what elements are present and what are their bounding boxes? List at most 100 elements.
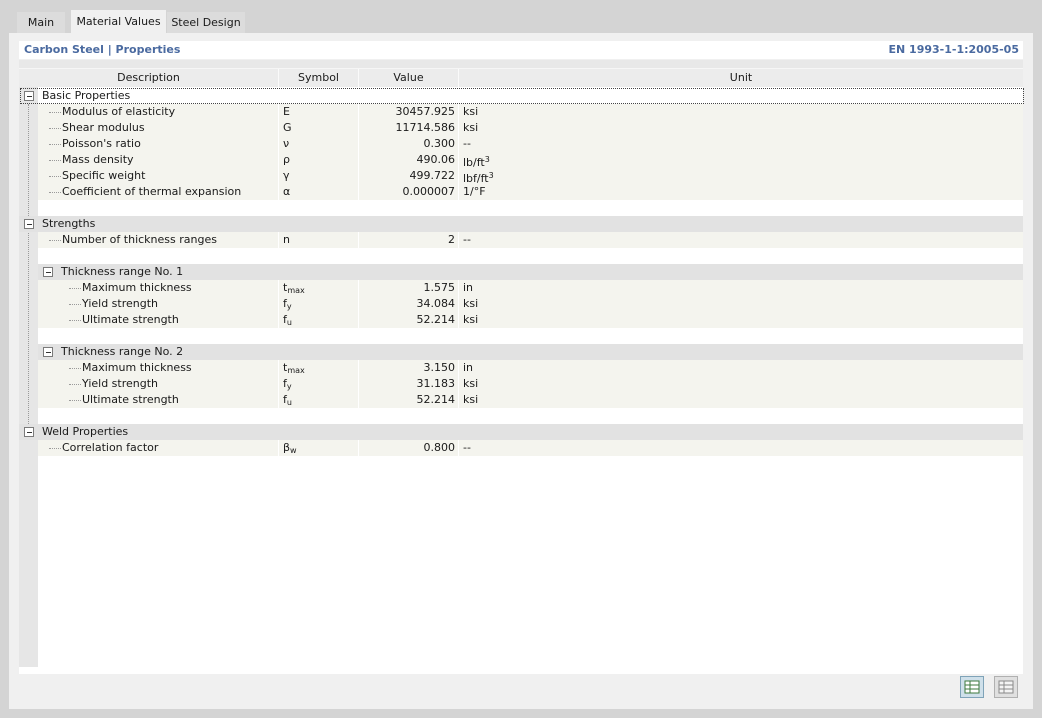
property-value[interactable]: 499.722 [359, 168, 456, 184]
column-header-description[interactable]: Description [19, 69, 279, 87]
property-unit: -- [463, 233, 471, 246]
property-description: Poisson's ratio [62, 137, 141, 150]
property-symbol: n [283, 233, 290, 246]
property-value[interactable]: 3.150 [359, 360, 456, 376]
property-unit: -- [463, 137, 471, 150]
group-basic-properties[interactable]: Basic Properties [19, 88, 1024, 104]
property-row[interactable]: Correlation factor βw 0.800 -- [38, 440, 1023, 456]
column-divider [278, 392, 279, 408]
collapse-icon[interactable] [24, 219, 34, 229]
tree-line [69, 320, 81, 321]
standard-label: EN 1993-1-1:2005-05 [888, 43, 1020, 56]
property-unit: in [463, 361, 474, 374]
property-value[interactable]: 1.575 [359, 280, 456, 296]
collapse-icon[interactable] [43, 267, 53, 277]
spacer-row [38, 328, 1023, 344]
tree-line [49, 128, 61, 129]
property-row[interactable]: Shear modulus G 11714.586 ksi [38, 120, 1023, 136]
column-header-band [19, 60, 1023, 69]
property-row[interactable]: Ultimate strength fu 52.214 ksi [38, 392, 1023, 408]
property-symbol: fy [283, 296, 358, 312]
property-row[interactable]: Ultimate strength fu 52.214 ksi [38, 312, 1023, 328]
column-divider [278, 312, 279, 328]
property-value[interactable]: 52.214 [359, 392, 456, 408]
column-divider [278, 360, 279, 376]
group-weld-properties[interactable]: Weld Properties [19, 424, 1023, 440]
spacer-row [38, 248, 1023, 264]
property-row[interactable]: Specific weight γ 499.722 lbf/ft3 [38, 168, 1023, 185]
property-symbol: tmax [283, 280, 358, 296]
group-thickness-range-1[interactable]: Thickness range No. 1 [38, 264, 1023, 280]
property-value[interactable]: 0.300 [359, 136, 456, 152]
property-value[interactable]: 52.214 [359, 312, 456, 328]
property-unit: ksi [463, 105, 479, 118]
property-value[interactable]: 34.084 [359, 296, 456, 312]
property-value[interactable]: 0.000007 [359, 184, 456, 200]
group-thickness-range-2[interactable]: Thickness range No. 2 [38, 344, 1023, 360]
tree-line [49, 448, 61, 449]
property-row[interactable]: Modulus of elasticity E 30457.925 ksi [38, 104, 1023, 120]
collapse-icon[interactable] [43, 347, 53, 357]
tab-main[interactable]: Main [17, 12, 65, 34]
property-unit: lbf/ft3 [463, 168, 583, 185]
tree-line [28, 104, 29, 424]
group-strengths[interactable]: Strengths [19, 216, 1023, 232]
tab-steel-design[interactable]: Steel Design [167, 12, 245, 34]
column-divider [458, 152, 459, 168]
column-divider [458, 296, 459, 312]
property-value[interactable]: 0.800 [359, 440, 456, 456]
column-divider [458, 168, 459, 184]
property-value[interactable]: 30457.925 [359, 104, 456, 120]
property-row[interactable]: Mass density ρ 490.06 lb/ft3 [38, 152, 1023, 169]
property-value[interactable]: 11714.586 [359, 120, 456, 136]
column-header-value[interactable]: Value [359, 69, 459, 87]
property-value[interactable]: 2 [359, 232, 455, 248]
property-row[interactable]: Number of thickness ranges n 2 -- [38, 232, 1023, 248]
column-divider [278, 184, 279, 200]
property-row[interactable]: Yield strength fy 34.084 ksi [38, 296, 1023, 312]
property-row[interactable]: Maximum thickness tmax 3.150 in [38, 360, 1023, 376]
property-description: Number of thickness ranges [62, 233, 217, 246]
property-row[interactable]: Coefficient of thermal expansion α 0.00000… [38, 184, 1023, 200]
property-unit: ksi [463, 313, 479, 326]
property-value[interactable]: 31.183 [359, 376, 456, 392]
symbol-subscript: max [287, 366, 305, 375]
column-divider [278, 376, 279, 392]
property-symbol: γ [283, 169, 290, 182]
column-divider [278, 136, 279, 152]
property-unit: ksi [463, 393, 479, 406]
property-row[interactable]: Poisson's ratio ν 0.300 -- [38, 136, 1023, 152]
column-divider [458, 232, 459, 248]
collapse-icon[interactable] [24, 427, 34, 437]
property-value[interactable]: 490.06 [359, 152, 456, 168]
property-symbol: fu [283, 312, 358, 328]
tree-line [49, 160, 61, 161]
section-title: Carbon Steel | Properties [24, 43, 181, 56]
property-description: Mass density [62, 153, 134, 166]
symbol-base: β [283, 441, 291, 454]
symbol-subscript: y [286, 302, 292, 311]
column-divider [458, 440, 459, 456]
group-label: Weld Properties [42, 425, 129, 438]
tree-line [49, 240, 61, 241]
properties-grid: Description Symbol Value Unit Basic Prop… [19, 60, 1024, 674]
table-export-button[interactable] [960, 676, 984, 698]
column-divider [458, 312, 459, 328]
property-unit: in [463, 281, 474, 294]
column-header-unit[interactable]: Unit [459, 69, 1023, 87]
property-description: Coefficient of thermal expansion [62, 185, 242, 198]
table-export-icon [964, 680, 980, 694]
group-label: Strengths [42, 217, 96, 230]
table-view-button[interactable] [994, 676, 1018, 698]
tab-material-values[interactable]: Material Values [71, 10, 166, 34]
tree-line [69, 304, 81, 305]
property-unit: ksi [463, 121, 479, 134]
column-header-symbol[interactable]: Symbol [279, 69, 359, 87]
column-divider [458, 392, 459, 408]
column-divider [458, 136, 459, 152]
focus-rectangle [20, 88, 1024, 104]
column-divider [278, 280, 279, 296]
property-symbol: α [283, 185, 291, 198]
property-row[interactable]: Yield strength fy 31.183 ksi [38, 376, 1023, 392]
property-row[interactable]: Maximum thickness tmax 1.575 in [38, 280, 1023, 296]
